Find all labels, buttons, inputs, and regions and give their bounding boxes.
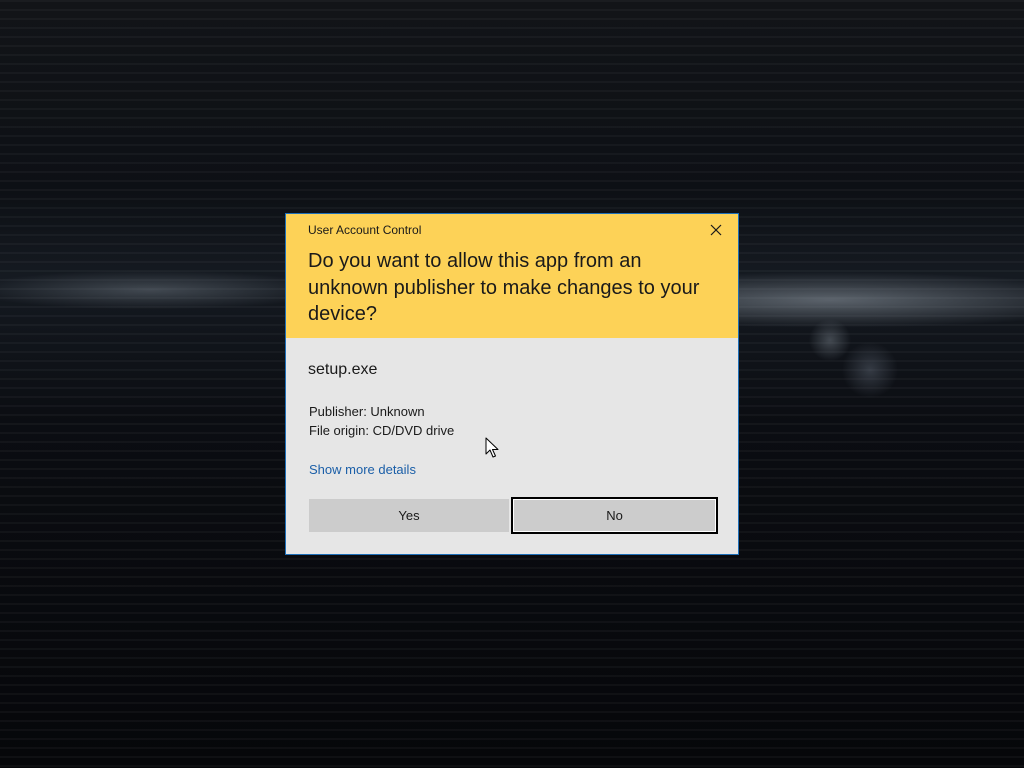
uac-question: Do you want to allow this app from an un… xyxy=(308,250,700,325)
publisher-label: Publisher: Unknown xyxy=(309,404,425,419)
mouse-pointer-icon xyxy=(485,437,499,458)
dialog-header: User Account Control Do you want to allo… xyxy=(286,214,738,338)
dialog-title: User Account Control xyxy=(308,223,422,237)
app-name: setup.exe xyxy=(308,361,378,378)
show-more-details-link[interactable]: Show more details xyxy=(309,462,416,477)
file-origin-label: File origin: CD/DVD drive xyxy=(309,423,455,438)
close-button[interactable] xyxy=(705,219,727,241)
yes-button[interactable]: Yes xyxy=(309,499,509,532)
close-icon xyxy=(710,224,722,236)
uac-dialog: User Account Control Do you want to allo… xyxy=(285,213,739,555)
no-button[interactable]: No xyxy=(511,497,718,534)
